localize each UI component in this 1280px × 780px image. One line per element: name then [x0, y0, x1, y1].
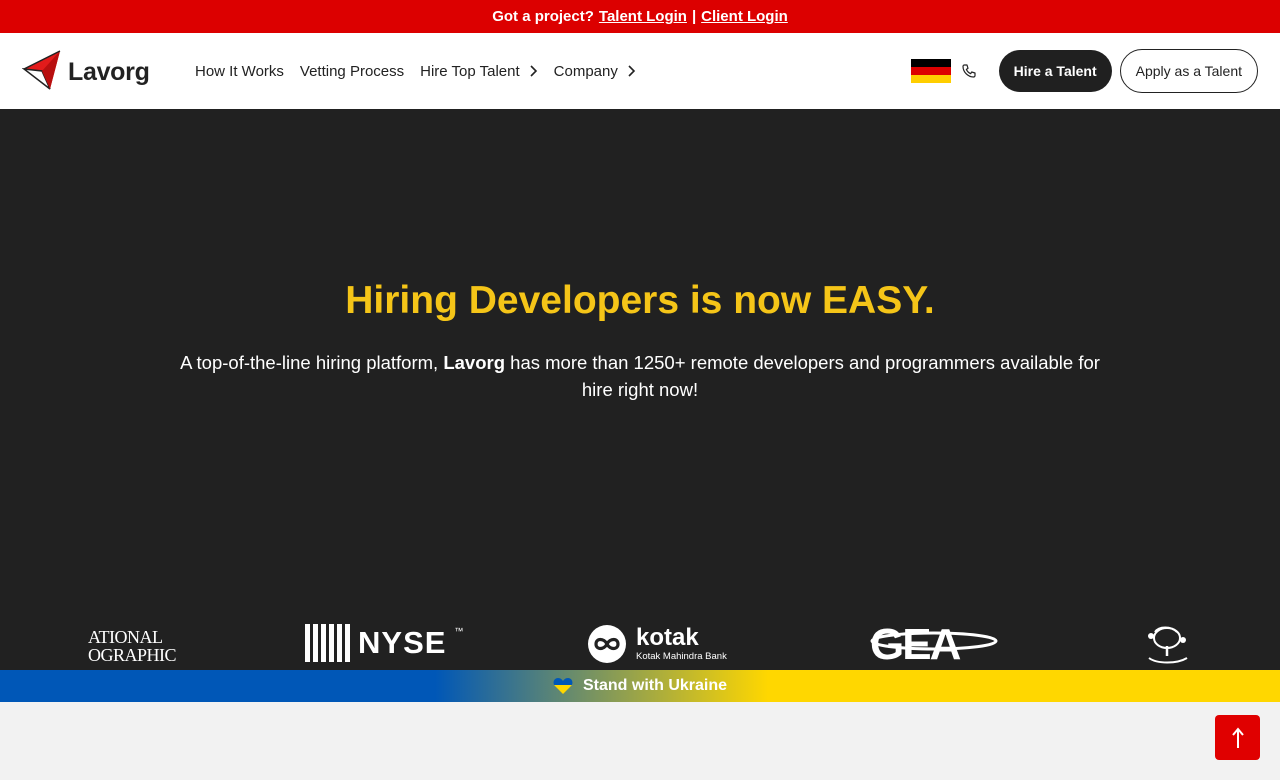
nav-label: Vetting Process — [299, 62, 405, 80]
client-login-link[interactable]: Client Login — [701, 8, 788, 25]
chevron-right-icon — [628, 65, 635, 77]
hero-subtitle-pre: A top-of-the-line hiring platform, — [180, 352, 439, 373]
hire-a-talent-button[interactable]: Hire a Talent — [998, 50, 1112, 92]
gea-logo: GEA — [866, 619, 1008, 665]
header-actions: Hire a Talent Apply as a Talent — [910, 33, 1258, 109]
nav-label: Hire Top Talent — [420, 62, 520, 80]
nav-hire-top-talent[interactable]: Hire Top Talent — [420, 63, 538, 80]
kotak-subtext: Kotak Mahindra Bank — [636, 651, 727, 663]
apply-as-talent-button[interactable]: Apply as a Talent — [1119, 49, 1258, 93]
ukraine-banner-text: Stand with Ukraine — [582, 677, 728, 694]
nav-how-it-works[interactable]: How It Works — [195, 63, 284, 80]
phone-icon[interactable] — [961, 63, 977, 79]
nav-label: How It Works — [195, 62, 284, 80]
top-announcement-bar: Got a project? Talent Login | Client Log… — [0, 0, 1280, 33]
nyse-logo: NYSE ™ — [305, 624, 463, 662]
natgeo-line2: OGRAPHIC — [88, 645, 177, 665]
logo-text: Lavorg — [68, 58, 150, 86]
hero-subtitle: A top-of-the-line hiring platform, Lavor… — [180, 349, 1100, 403]
logo[interactable]: Lavorg — [21, 49, 150, 96]
chevron-right-icon — [530, 65, 537, 77]
main-nav: How It Works Vetting Process Hire Top Ta… — [195, 33, 636, 109]
hero-title: Hiring Developers is now EASY. — [345, 279, 935, 322]
hero-section: Hiring Developers is now EASY. A top-of-… — [0, 109, 1280, 670]
site-header: Lavorg How It Works Vetting Process Hire… — [0, 33, 1280, 109]
arrow-up-icon — [1231, 726, 1244, 748]
nav-company[interactable]: Company — [554, 63, 636, 80]
topbar-prompt: Got a project? — [492, 8, 594, 25]
hero-subtitle-brand: Lavorg — [443, 352, 506, 373]
nyse-text: NYSE — [358, 625, 447, 660]
nav-label: Company — [553, 62, 618, 80]
gea-text: GEA — [870, 620, 961, 665]
nyse-bars-icon — [305, 624, 350, 662]
tree-emblem-logo — [1141, 624, 1192, 666]
hero-subtitle-post: has more than 1250+ remote developers an… — [510, 352, 1100, 400]
stand-with-ukraine-banner[interactable]: Stand with Ukraine — [0, 670, 1280, 702]
topbar-separator: | — [691, 8, 697, 25]
heart-icon — [553, 678, 573, 694]
talent-login-link[interactable]: Talent Login — [599, 8, 687, 25]
paper-plane-logo-icon — [21, 49, 62, 96]
scroll-to-top-button[interactable] — [1215, 715, 1260, 760]
kotak-text: kotak — [636, 624, 699, 652]
client-logos-carousel: ATIONAL OGRAPHIC NYSE ™ kotak Kotak Mahi… — [88, 614, 1192, 670]
national-geographic-logo: ATIONAL OGRAPHIC — [88, 627, 177, 665]
kotak-logo: kotak Kotak Mahindra Bank — [584, 624, 727, 664]
germany-flag-icon[interactable] — [910, 59, 951, 83]
nav-vetting-process[interactable]: Vetting Process — [300, 63, 404, 80]
kotak-infinity-icon — [588, 625, 626, 663]
natgeo-line1: ATIONAL — [88, 627, 163, 647]
nyse-tm: ™ — [454, 626, 464, 636]
